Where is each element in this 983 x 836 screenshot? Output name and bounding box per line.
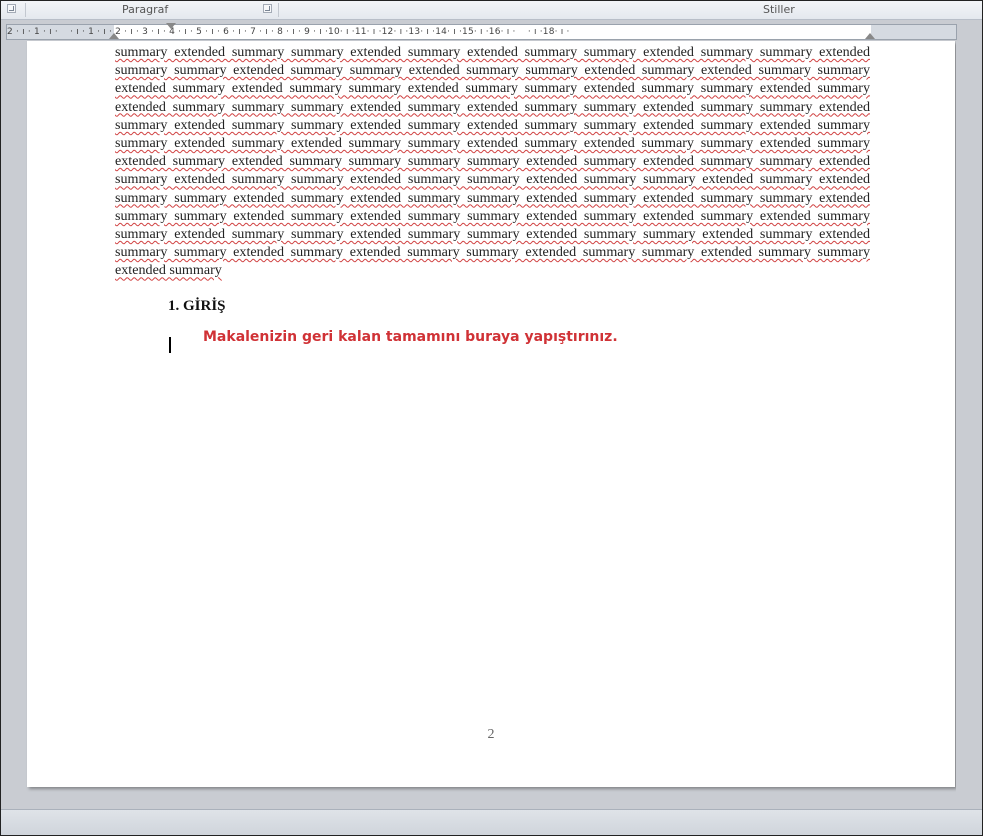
font-dialog-launcher-icon[interactable]	[7, 4, 16, 13]
paragraph-group-label: Paragraf	[122, 3, 169, 16]
right-indent-marker[interactable]	[865, 33, 875, 39]
left-indent-marker[interactable]	[109, 33, 119, 39]
styles-group-label: Stiller	[763, 3, 795, 16]
paragraph-dialog-launcher-icon[interactable]	[263, 4, 272, 13]
horizontal-ruler[interactable]: 2 · ı · 1 · ı · · ı · 1 · ı · 2 · ı · 3 …	[6, 23, 957, 40]
document-background	[956, 41, 982, 811]
ribbon-group-labels: Paragraf Stiller	[1, 1, 982, 20]
ruler-right-margin	[871, 25, 956, 39]
ribbon-separator	[25, 3, 26, 17]
status-bar	[1, 809, 982, 835]
instruction-text[interactable]: Makalenizin geri kalan tamamını buraya y…	[203, 329, 618, 345]
page-number: 2	[487, 727, 495, 742]
document-page[interactable]: summary extended summary summary extende…	[27, 41, 955, 787]
section-heading[interactable]: 1. GİRİŞ	[168, 298, 226, 315]
word-window: Paragraf Stiller 2 · ı · 1 · ı · · ı · 1…	[0, 0, 983, 836]
summary-paragraph[interactable]: summary extended summary summary extende…	[115, 43, 870, 280]
ruler-ticks: 2 · ı · 1 · ı · · ı · 1 · ı · 2 · ı · 3 …	[7, 27, 570, 37]
ribbon-separator	[278, 3, 279, 17]
first-line-indent-marker[interactable]	[166, 23, 176, 29]
text-cursor	[169, 337, 171, 353]
